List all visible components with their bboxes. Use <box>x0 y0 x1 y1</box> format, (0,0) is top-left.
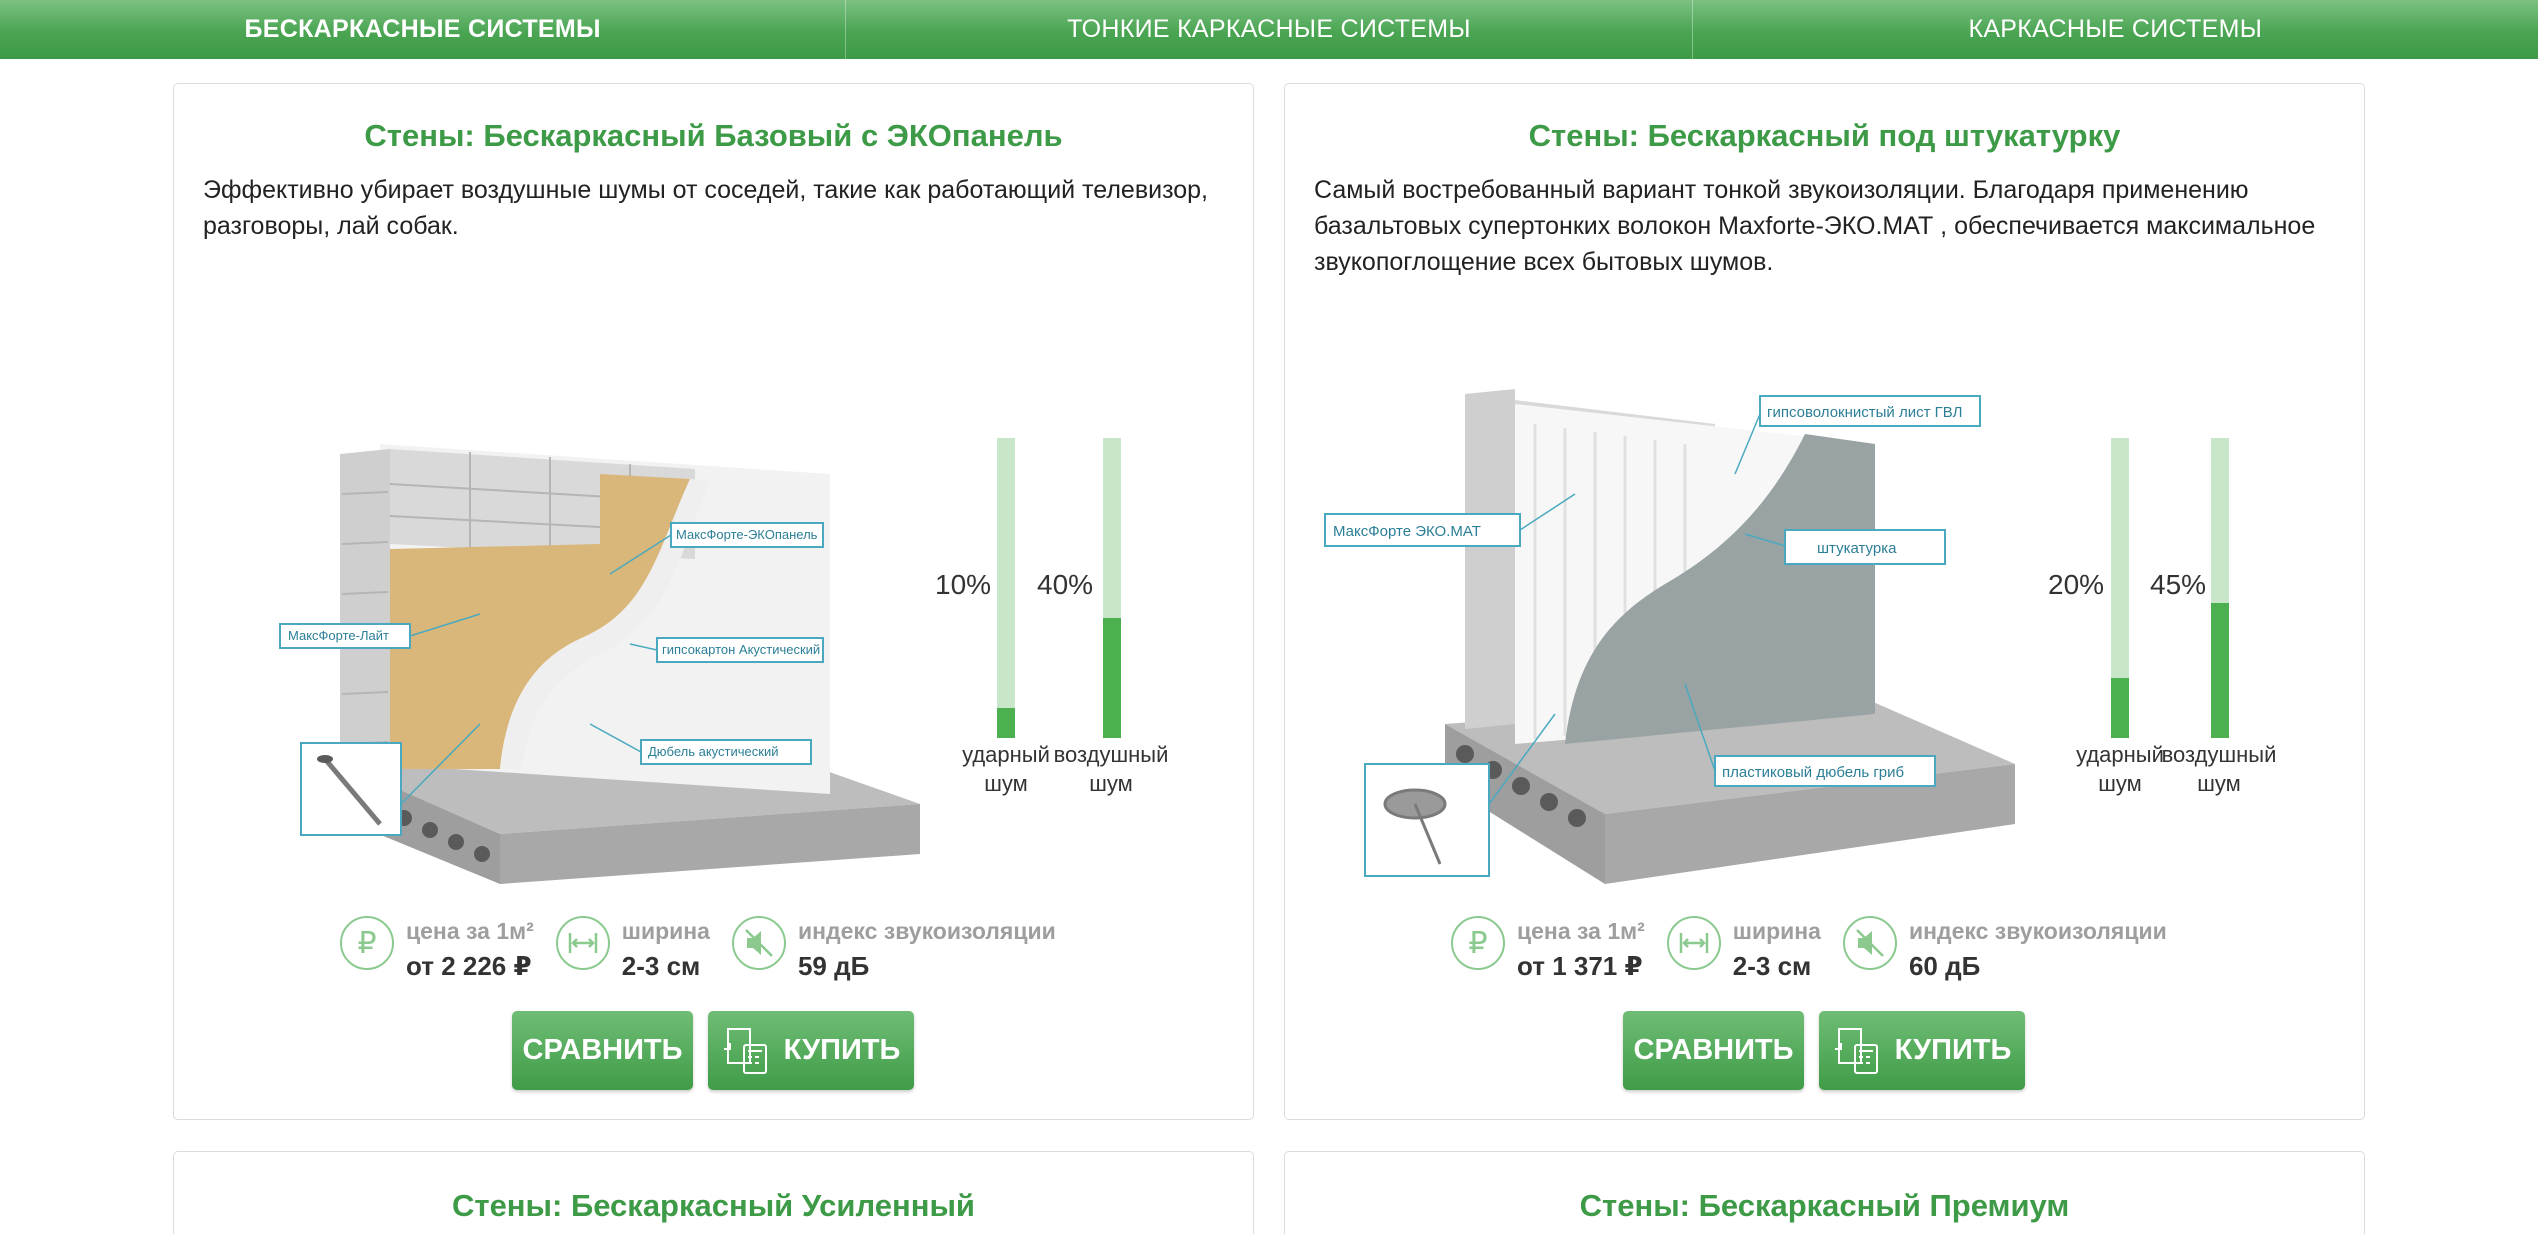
spec-price: ₽ цена за 1м² от 1 371 ₽ <box>1451 916 1645 982</box>
product-card-reinforced: Стены: Бескаркасный Усиленный <box>173 1151 1254 1234</box>
svg-text:₽: ₽ <box>357 926 376 961</box>
spec-sound-index: индекс звукоизоляции 60 дБ <box>1842 916 2167 982</box>
airborne-noise-bar <box>1103 438 1121 738</box>
callout-label: гипсоволокнистый лист ГВЛ <box>1767 404 1962 421</box>
tab-thin-frame-systems[interactable]: ТОНКИЕ КАРКАСНЫЕ СИСТЕМЫ <box>846 0 1693 59</box>
card-actions: СРАВНИТЬ КУПИТЬ <box>1623 1011 2025 1090</box>
specs-row: ₽ цена за 1м² от 2 226 ₽ ширина 2-3 см инд… <box>340 916 1078 982</box>
wall-construction-illustration: гипсоволокнистый лист ГВЛ МаксФорте ЭКО.… <box>1315 384 2015 964</box>
product-card-basic-ecopanel: Стены: Бескаркасный Базовый с ЭКОпанель … <box>173 83 1254 1120</box>
sound-off-icon <box>1842 916 1897 970</box>
airborne-noise-label: воздушный шум <box>1053 742 1169 796</box>
top-navigation: БЕСКАРКАСНЫЕ СИСТЕМЫ ТОНКИЕ КАРКАСНЫЕ СИ… <box>0 0 2538 59</box>
ruble-icon: ₽ <box>1451 916 1505 970</box>
airborne-noise-percent: 45% <box>2150 569 2207 600</box>
spec-price: ₽ цена за 1м² от 2 226 ₽ <box>340 916 534 982</box>
callout-label: МаксФорте ЭКО.МАТ <box>1333 523 1481 540</box>
card-description: Эффективно убирает воздушные шумы от сос… <box>203 176 1209 240</box>
callout-label: Дюбель акустический <box>648 744 778 759</box>
calculator-cart-icon <box>1834 1027 1878 1074</box>
card-description: Самый востребованный вариант тонкой звук… <box>1314 176 2316 276</box>
tab-frame-systems[interactable]: КАРКАСНЫЕ СИСТЕМЫ <box>1693 0 2538 59</box>
tab-frameless-systems[interactable]: БЕСКАРКАСНЫЕ СИСТЕМЫ <box>0 0 847 59</box>
callout-label: гипсокартон Акустический <box>662 642 820 657</box>
card-title[interactable]: Стены: Бескаркасный под штукатурку <box>1285 118 2364 154</box>
card-title[interactable]: Стены: Бескаркасный Базовый с ЭКОпанель <box>174 118 1253 154</box>
compare-button[interactable]: СРАВНИТЬ <box>1623 1011 1804 1090</box>
impact-noise-bar <box>997 438 1015 738</box>
wall-construction-illustration: МаксФорте-ЭКОпанель МаксФорте-Лайт гипсо… <box>270 424 990 904</box>
sound-off-icon <box>731 916 786 970</box>
callout-label: МаксФорте-ЭКОпанель <box>676 527 818 542</box>
calculator-cart-icon <box>723 1027 767 1074</box>
compare-button[interactable]: СРАВНИТЬ <box>512 1011 693 1090</box>
card-title[interactable]: Стены: Бескаркасный Премиум <box>1285 1188 2364 1224</box>
callout-label: МаксФорте-Лайт <box>288 628 389 643</box>
width-icon <box>555 916 610 970</box>
card-title[interactable]: Стены: Бескаркасный Усиленный <box>174 1188 1253 1224</box>
product-card-premium: Стены: Бескаркасный Премиум <box>1284 1151 2365 1234</box>
width-icon <box>1666 916 1721 970</box>
card-actions: СРАВНИТЬ КУПИТЬ <box>512 1011 914 1090</box>
spec-width: ширина 2-3 см <box>1666 916 1821 982</box>
buy-button[interactable]: КУПИТЬ <box>708 1011 914 1090</box>
ruble-icon: ₽ <box>340 916 394 970</box>
callout-label: штукатурка <box>1817 540 1897 557</box>
impact-noise-percent: 20% <box>2048 569 2105 600</box>
airborne-noise-percent: 40% <box>1037 569 1094 600</box>
specs-row: ₽ цена за 1м² от 1 371 ₽ ширина 2-3 см инд… <box>1451 916 2189 982</box>
impact-noise-bar <box>2111 438 2129 738</box>
impact-noise-percent: 10% <box>935 569 992 600</box>
svg-text:₽: ₽ <box>1468 926 1487 961</box>
spec-width: ширина 2-3 см <box>555 916 710 982</box>
spec-sound-index: индекс звукоизоляции 59 дБ <box>731 916 1056 982</box>
airborne-noise-bar <box>2211 438 2229 738</box>
callout-label: пластиковый дюбель гриб <box>1722 764 1904 781</box>
buy-button[interactable]: КУПИТЬ <box>1819 1011 2025 1090</box>
product-card-plaster: Стены: Бескаркасный под штукатурку Самый… <box>1284 83 2365 1120</box>
airborne-noise-label: воздушный шум <box>2161 742 2277 796</box>
